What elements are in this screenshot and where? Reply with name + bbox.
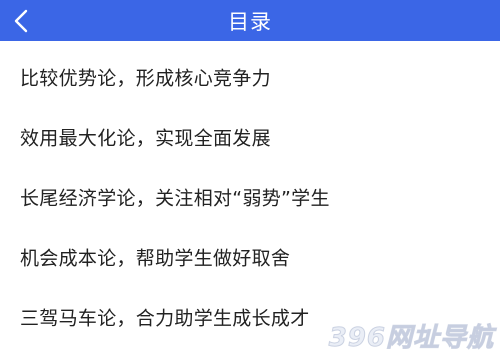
toc-item-5[interactable]: 三驾马车论，合力助学生成长成才: [0, 287, 500, 347]
toc-list: 比较优势论，形成核心竞争力 效用最大化论，实现全面发展 长尾经济学论，关注相对“…: [0, 41, 500, 356]
app-header: 目录: [0, 0, 500, 41]
back-button[interactable]: [4, 0, 38, 41]
page-title: 目录: [228, 9, 272, 34]
toc-item-label: 比较优势论，形成核心竞争力: [20, 67, 271, 90]
toc-item-label: 效用最大化论，实现全面发展: [20, 127, 271, 150]
toc-item-label: 三驾马车论，合力助学生成长成才: [20, 307, 310, 330]
toc-item-label: 长尾经济学论，关注相对“弱势”学生: [20, 187, 330, 210]
chevron-left-icon: [14, 9, 28, 32]
toc-item-2[interactable]: 效用最大化论，实现全面发展: [0, 107, 500, 167]
toc-item-4[interactable]: 机会成本论，帮助学生做好取舍: [0, 227, 500, 287]
toc-item-3[interactable]: 长尾经济学论，关注相对“弱势”学生: [0, 167, 500, 227]
toc-item-1[interactable]: 比较优势论，形成核心竞争力: [0, 47, 500, 107]
toc-item-label: 机会成本论，帮助学生做好取舍: [20, 247, 291, 270]
